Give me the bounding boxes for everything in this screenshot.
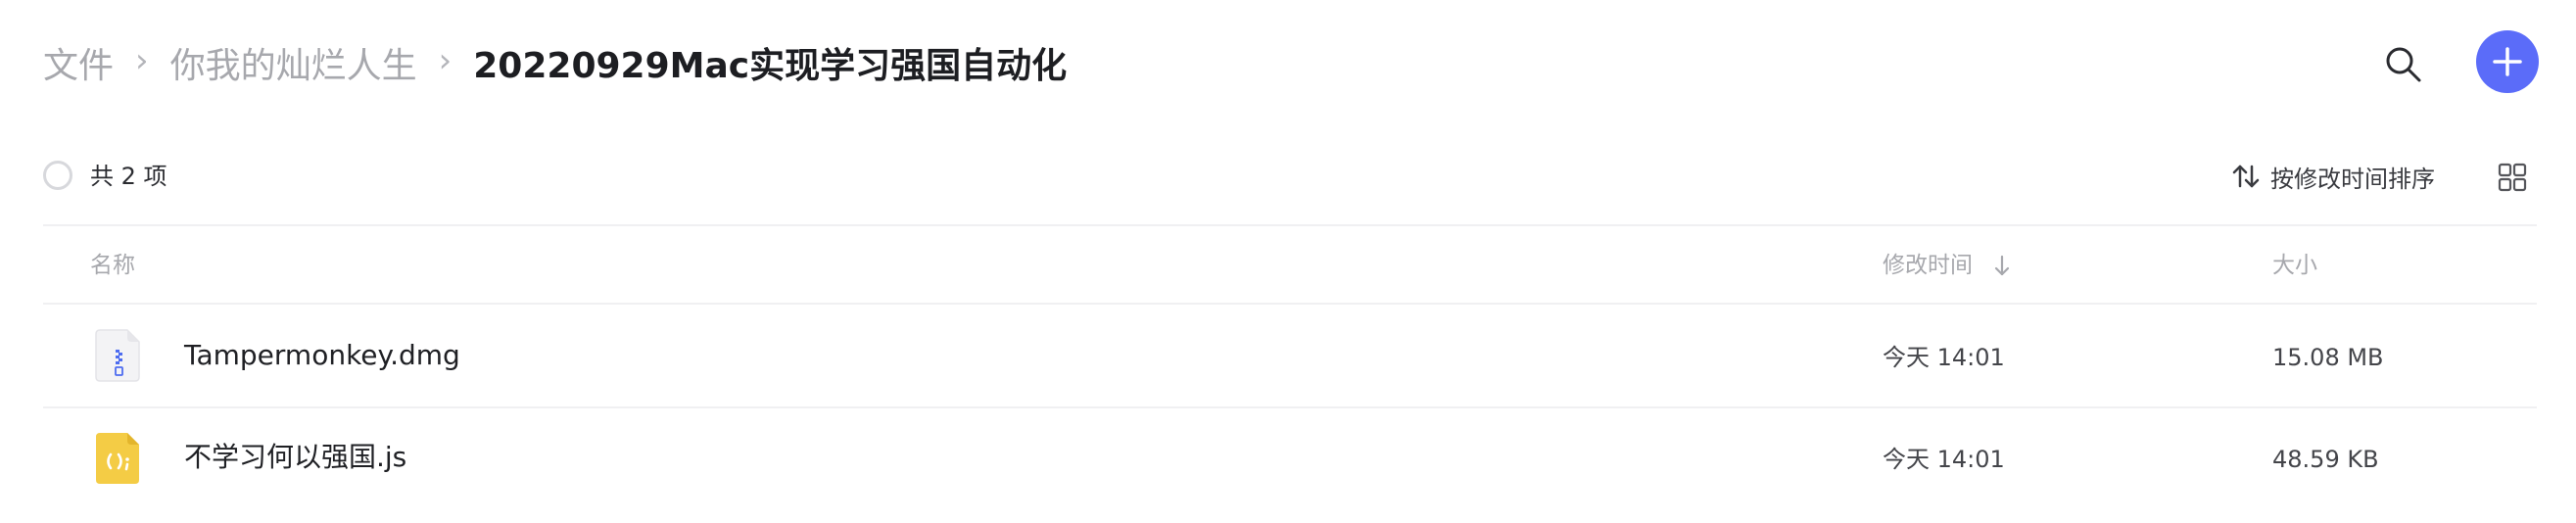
header: 文件 › 你我的灿烂人生 › 20220929Mac实现学习强国自动化 bbox=[0, 0, 2576, 127]
sort-label: 按修改时间排序 bbox=[2270, 165, 2435, 193]
search-button[interactable] bbox=[2382, 43, 2425, 86]
sort-descending-icon bbox=[1994, 255, 2010, 276]
sort-arrows-icon bbox=[2232, 165, 2260, 188]
breadcrumb: 文件 › 你我的灿烂人生 › 20220929Mac实现学习强国自动化 bbox=[43, 35, 1067, 90]
select-all-checkbox[interactable] bbox=[43, 161, 72, 190]
breadcrumb-separator: › bbox=[135, 41, 149, 80]
item-count-label: 共 2 项 bbox=[90, 163, 167, 190]
breadcrumb-item-folder[interactable]: 你我的灿烂人生 bbox=[170, 37, 417, 88]
file-name[interactable]: 不学习何以强国.js bbox=[184, 440, 406, 475]
toolbar-divider bbox=[43, 224, 2537, 226]
table-row[interactable]: Tampermonkey.dmg 今天 14:01 15.08 MB bbox=[43, 305, 2537, 406]
file-size: 15.08 MB bbox=[2272, 344, 2384, 371]
add-button[interactable] bbox=[2476, 30, 2539, 93]
search-icon bbox=[2386, 47, 2421, 82]
column-header-size[interactable]: 大小 bbox=[2272, 251, 2317, 280]
file-size: 48.59 KB bbox=[2272, 446, 2379, 473]
breadcrumb-separator: › bbox=[438, 41, 453, 80]
plus-icon bbox=[2493, 47, 2522, 76]
breadcrumb-item-files[interactable]: 文件 bbox=[43, 37, 114, 88]
file-name[interactable]: Tampermonkey.dmg bbox=[184, 338, 460, 373]
modified-time: 今天 14:01 bbox=[1883, 344, 2005, 371]
grid-view-icon bbox=[2498, 163, 2527, 192]
column-header-name[interactable]: 名称 bbox=[90, 251, 135, 280]
js-file-icon bbox=[96, 433, 139, 484]
table-row[interactable]: 不学习何以强国.js 今天 14:01 48.59 KB bbox=[43, 408, 2537, 510]
view-toggle-button[interactable] bbox=[2498, 163, 2527, 192]
modified-time: 今天 14:01 bbox=[1883, 446, 2005, 473]
toolbar: 共 2 项 按修改时间排序 bbox=[43, 147, 2537, 206]
column-header-modified[interactable]: 修改时间 bbox=[1883, 251, 1973, 280]
dmg-file-icon bbox=[95, 329, 140, 382]
sort-button[interactable]: 按修改时间排序 bbox=[2231, 159, 2435, 194]
page-title: 20220929Mac实现学习强国自动化 bbox=[473, 46, 1068, 86]
